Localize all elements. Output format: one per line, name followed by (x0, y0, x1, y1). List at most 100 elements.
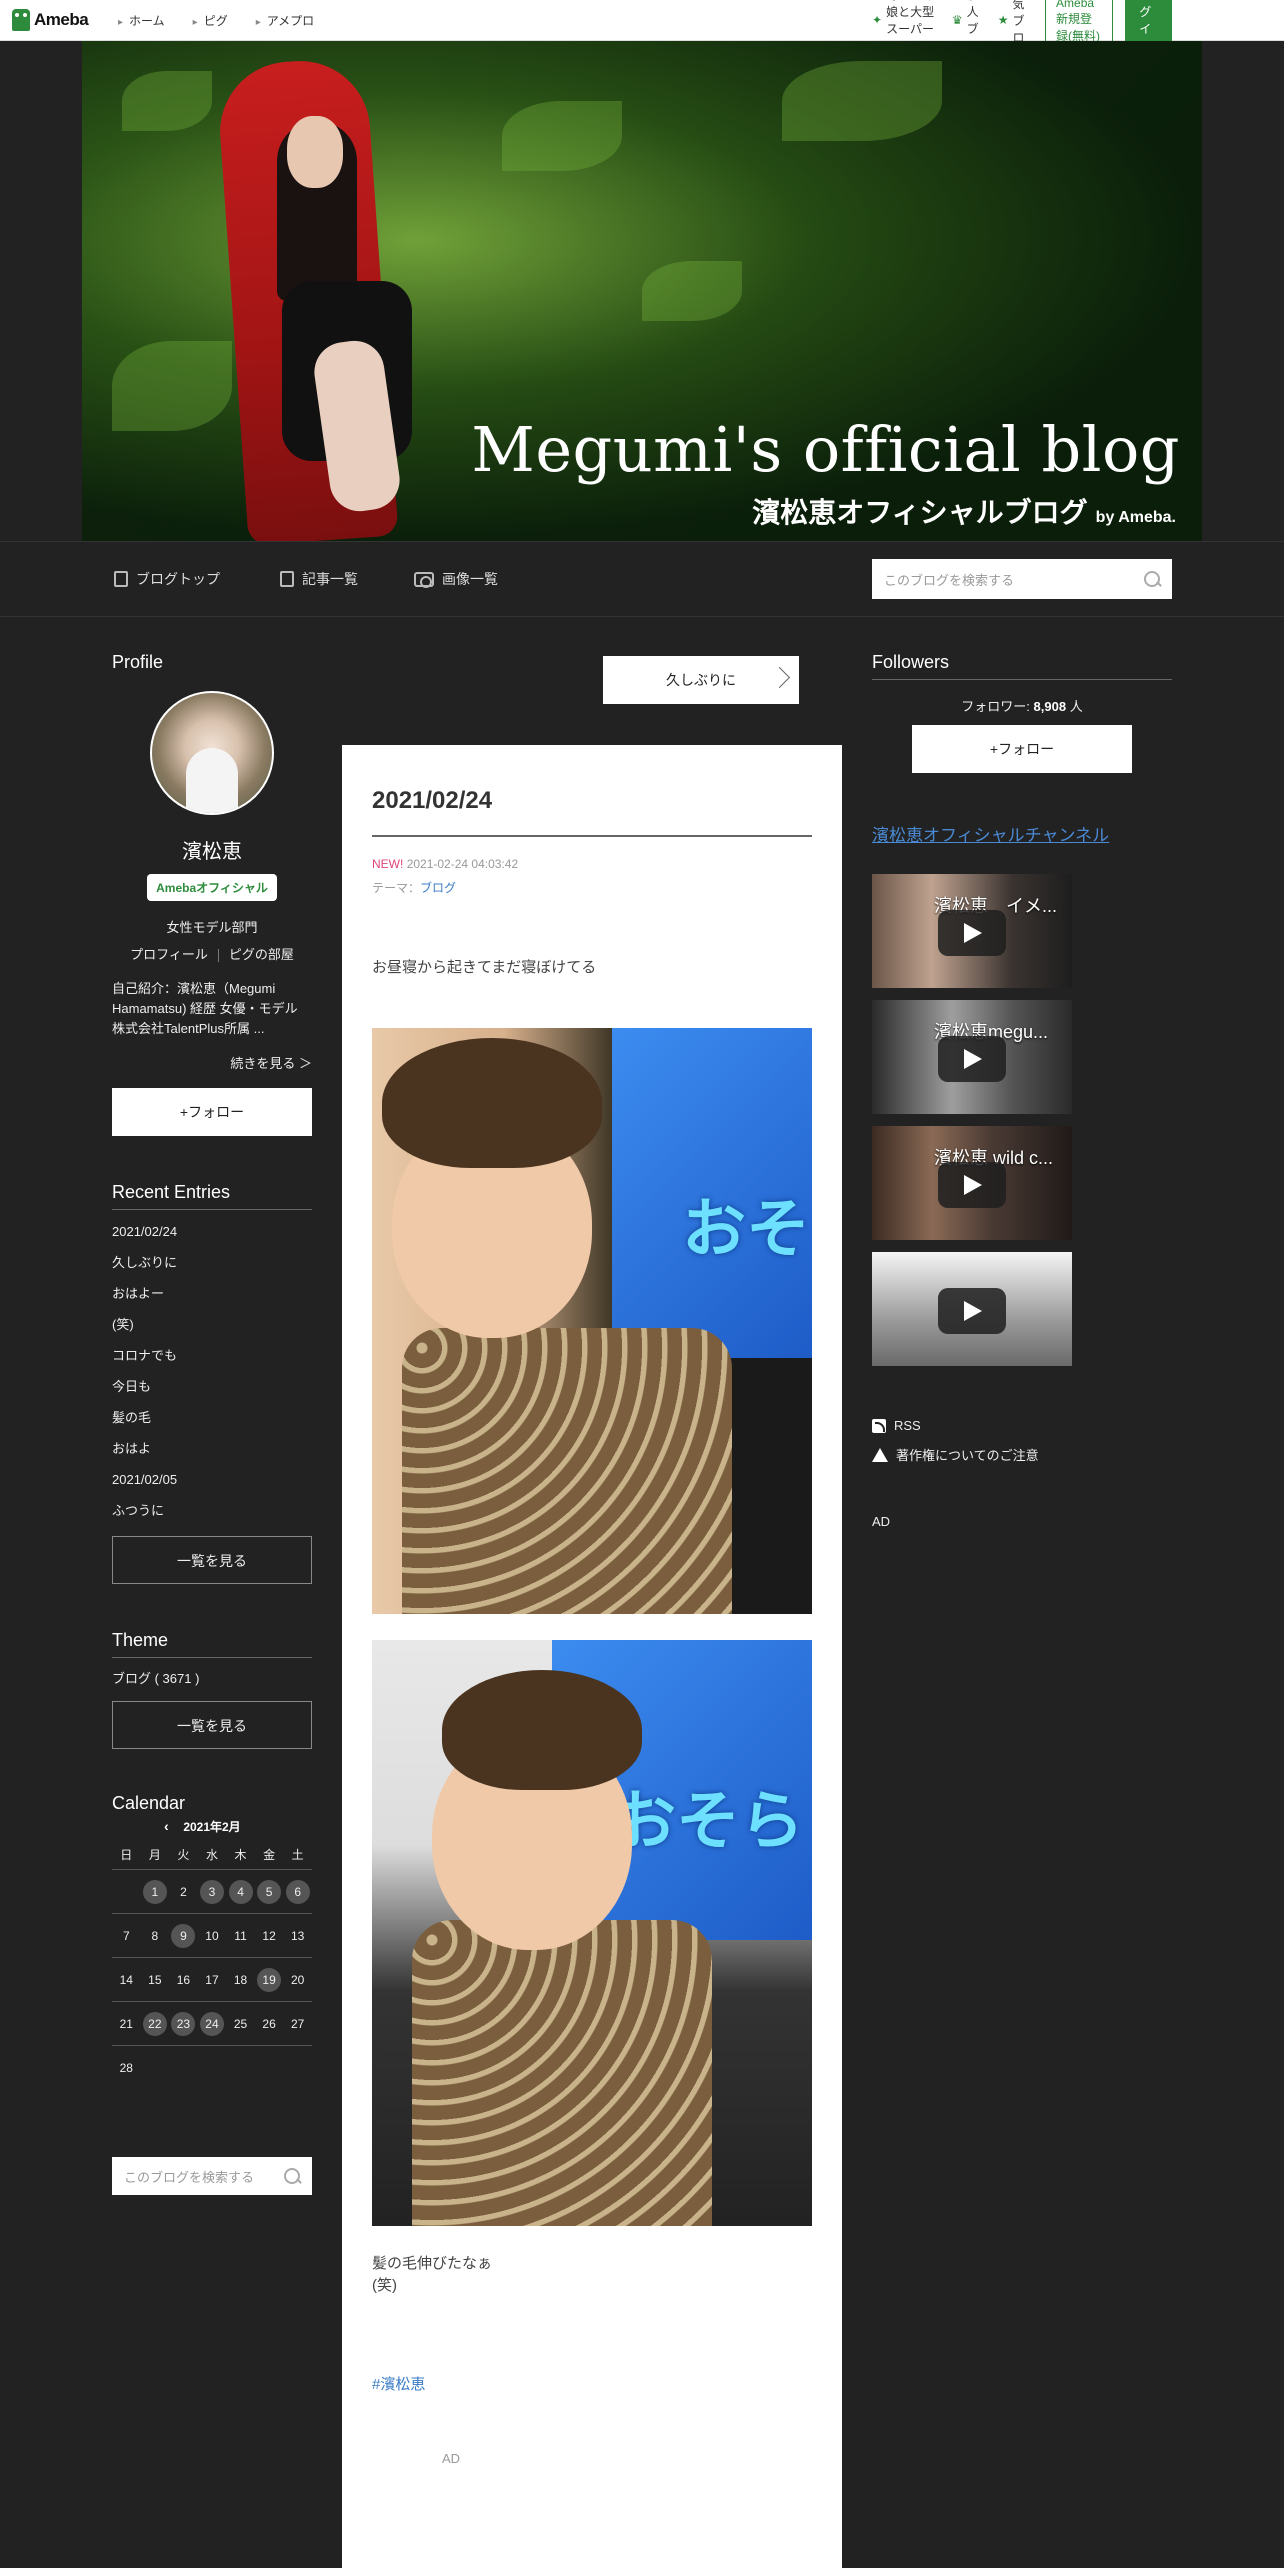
video-thumbnail[interactable]: 濱松恵megu... (872, 1000, 1072, 1114)
calendar-weekday: 木 (234, 1847, 247, 1862)
nav-pig-link[interactable]: ピグ (179, 12, 242, 29)
official-channel-link[interactable]: 濱松恵オフィシャルチャンネル (872, 821, 1172, 846)
profile-name[interactable]: 濱松恵 (112, 835, 312, 864)
video-thumbnail[interactable]: 濱松恵 イメ... (872, 874, 1072, 988)
article-photo-1[interactable]: おそ (372, 1028, 812, 1614)
recent-entry[interactable]: コロナでも (112, 1340, 312, 1371)
foliage-decoration (502, 101, 622, 171)
avatar[interactable] (150, 691, 274, 815)
recent-entry[interactable]: 久しぶりに (112, 1247, 312, 1278)
calendar-weekday: 日 (120, 1847, 133, 1862)
video-thumbnail[interactable]: 濱松恵 wild c... (872, 1126, 1072, 1240)
calendar-day-number[interactable]: 9 (171, 1923, 196, 1948)
calendar-day-number[interactable]: 1 (142, 1879, 167, 1904)
blog-search-input[interactable]: このブログを検索する (872, 559, 1172, 599)
calendar-day[interactable]: 22 (140, 2001, 170, 2046)
calendar-empty-cell (226, 2045, 255, 2089)
ameba-logo[interactable]: Ameba (12, 8, 89, 32)
child-shirt (412, 1920, 712, 2226)
calendar-weekday: 金 (263, 1847, 276, 1862)
nav-amepro-link[interactable]: アメプロ (242, 12, 328, 29)
recent-entry[interactable]: 髪の毛 (112, 1402, 312, 1433)
calendar-day-number[interactable]: 5 (257, 1879, 282, 1904)
calendar-day[interactable]: 4 (226, 1869, 255, 1914)
search-icon[interactable] (1144, 571, 1160, 587)
pig-room-link[interactable]: ピグの部屋 (229, 947, 294, 962)
nav-home-link[interactable]: ホーム (104, 12, 179, 29)
theme-more-button[interactable]: 一覧を見る (112, 1701, 312, 1749)
calendar-day-number[interactable]: 3 (199, 1879, 224, 1904)
video-thumbnail[interactable] (872, 1252, 1072, 1366)
blog-header-image[interactable]: Megumi's official blog 濱松恵オフィシャルブログ by A… (82, 41, 1202, 541)
camera-icon (414, 571, 434, 588)
recent-entries-more-button[interactable]: 一覧を見る (112, 1536, 312, 1584)
blog-top-link[interactable]: ブログトップ (114, 569, 220, 589)
recent-entry[interactable]: おはよー (112, 1278, 312, 1309)
calendar-day[interactable]: 19 (254, 1957, 284, 2002)
profile-link[interactable]: プロフィール (130, 947, 208, 962)
image-list-link[interactable]: 画像一覧 (414, 569, 498, 589)
recent-entry[interactable]: 2021/02/05 (112, 1464, 312, 1495)
recent-entry[interactable]: おはよ (112, 1433, 312, 1464)
calendar-day-number[interactable]: 22 (142, 2011, 167, 2036)
hashtag-link[interactable]: #濱松恵 (372, 2373, 425, 2394)
calendar-day-number[interactable]: 19 (257, 1967, 282, 1992)
follower-count[interactable]: フォロワー: 8,908 人 (872, 696, 1172, 715)
calendar-day-number[interactable]: 23 (171, 2011, 196, 2036)
calendar-day[interactable]: 1 (140, 1869, 170, 1914)
calendar-day-number: 11 (234, 1928, 247, 1943)
calendar-day-number: 7 (122, 1928, 130, 1943)
calendar-day-number[interactable]: 4 (228, 1879, 253, 1904)
calendar-day-number[interactable]: 6 (285, 1879, 310, 1904)
calendar-day: 26 (254, 2001, 284, 2046)
search-icon[interactable] (284, 2168, 300, 2184)
recent-entry[interactable]: ふつうに (112, 1495, 312, 1526)
calendar-day[interactable]: 5 (254, 1869, 284, 1914)
official-badge[interactable]: Amebaオフィシャル (147, 874, 277, 901)
play-icon[interactable] (938, 1288, 1006, 1334)
theme-item[interactable]: ブログ ( 3671 ) (112, 1668, 312, 1687)
recent-entry[interactable]: 2021/02/24 (112, 1216, 312, 1247)
article-list-link[interactable]: 記事一覧 (280, 569, 358, 589)
ameba-logo-text: Ameba (34, 10, 89, 29)
calendar-day[interactable]: 24 (197, 2001, 227, 2046)
play-icon[interactable] (938, 1162, 1006, 1208)
tv-screen-text: おそ (682, 1193, 810, 1267)
recent-entry[interactable]: 今日も (112, 1371, 312, 1402)
calendar-day[interactable]: 6 (283, 1869, 312, 1914)
calendar-day: 17 (197, 1957, 227, 2002)
caption-line: 髪の毛伸びたなぁ (372, 2255, 493, 2272)
article-title[interactable]: 2021/02/24 (372, 787, 812, 837)
profile-read-more-link[interactable]: 続きを見る ＞ (112, 1053, 312, 1072)
previous-post-button[interactable]: 久しぶりに (603, 656, 799, 704)
profile-links: プロフィール ピグの部屋 (112, 944, 312, 963)
profile-category[interactable]: 女性モデル部門 (112, 917, 312, 936)
play-icon[interactable] (938, 1036, 1006, 1082)
article-photo-2[interactable]: おそら (372, 1640, 812, 2226)
calendar-day-number[interactable]: 24 (199, 2011, 224, 2036)
calendar-week: 14 15 16 17 18 19 20 (112, 1957, 312, 2002)
right-sidebar: Followers フォロワー: 8,908 人 +フォロー 濱松恵オフィシャル… (872, 615, 1172, 1529)
calendar-day-number: 17 (205, 1972, 219, 1987)
calendar-day[interactable]: 3 (197, 1869, 227, 1914)
foliage-decoration (112, 341, 232, 431)
calendar-empty-cell (283, 2045, 312, 2089)
calendar-day: 21 (112, 2001, 141, 2046)
calendar-day-number: 26 (262, 2016, 276, 2031)
caption-line: (笑) (372, 2277, 397, 2294)
theme-link[interactable]: ブログ (420, 881, 456, 895)
recent-entries-heading: Recent Entries (112, 1182, 312, 1210)
calendar-day: 14 (112, 1957, 141, 2002)
play-icon[interactable] (938, 910, 1006, 956)
rss-label: RSS (894, 1418, 921, 1433)
copyright-notice-link[interactable]: 著作権についてのご注意 (872, 1445, 1172, 1464)
follow-button[interactable]: +フォロー (112, 1088, 312, 1136)
recent-entry[interactable]: (笑) (112, 1309, 312, 1340)
sidebar-search-input[interactable]: このブログを検索する (112, 2157, 312, 2195)
divider (217, 949, 219, 963)
calendar-day[interactable]: 9 (169, 1913, 198, 1958)
chevron-left-icon[interactable]: ‹ (164, 1818, 169, 1834)
follow-button[interactable]: +フォロー (912, 725, 1132, 773)
rss-link[interactable]: RSS (872, 1418, 1172, 1433)
calendar-day[interactable]: 23 (169, 2001, 198, 2046)
